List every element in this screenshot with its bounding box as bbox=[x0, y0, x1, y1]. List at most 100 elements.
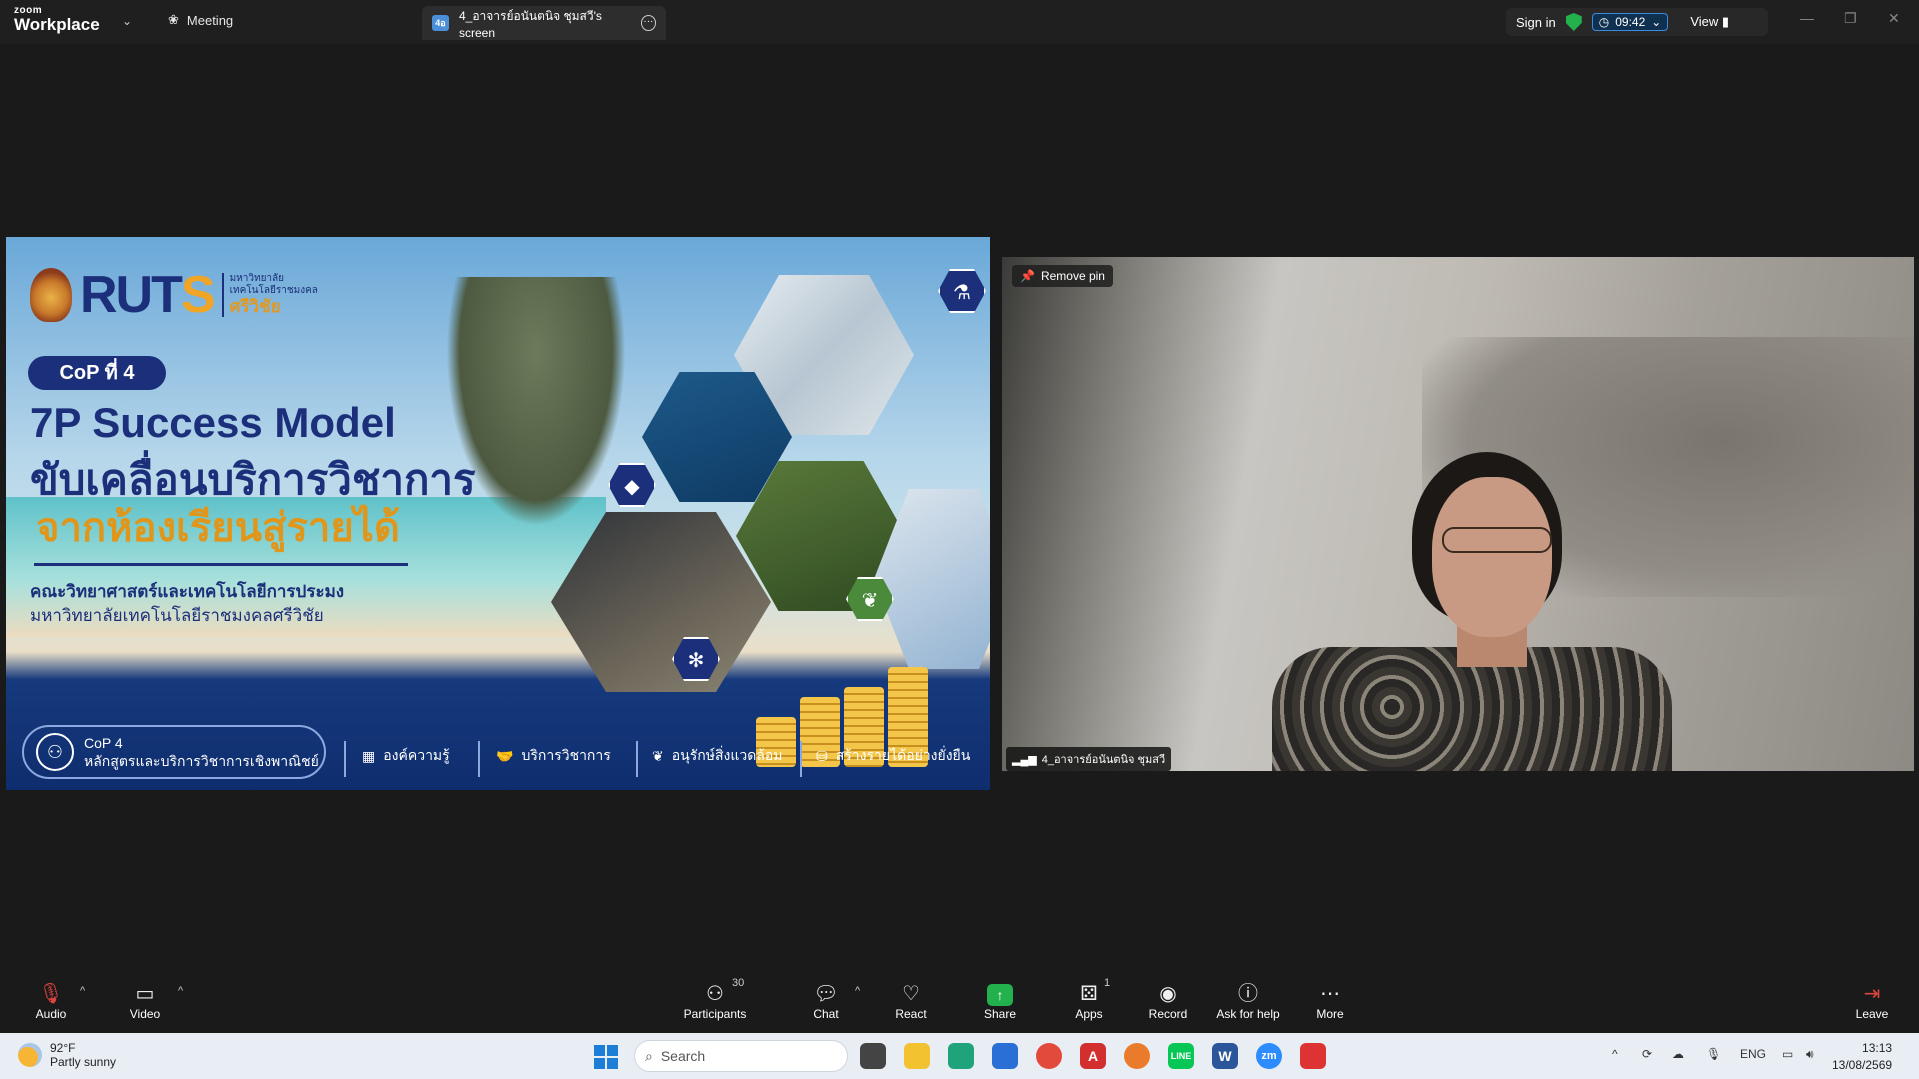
cop4-title: CoP 4 bbox=[84, 734, 123, 751]
timer-value: 09:42 bbox=[1615, 15, 1646, 29]
divider bbox=[34, 563, 408, 566]
chat-options-caret[interactable]: ^ bbox=[855, 985, 860, 997]
search-icon: ⌕ bbox=[645, 1047, 653, 1064]
line-icon[interactable]: LINE bbox=[1168, 1043, 1194, 1069]
sync-icon[interactable]: ⟳ bbox=[1642, 1047, 1652, 1061]
temperature: 92°F bbox=[50, 1041, 76, 1055]
separator bbox=[478, 741, 480, 777]
slide-footer: ⚇ CoP 4 หลักสูตรและบริการวิชาการเชิงพาณิ… bbox=[6, 705, 990, 790]
video-options-caret[interactable]: ^ bbox=[178, 985, 183, 997]
chevron-up-icon[interactable]: ^ bbox=[1612, 1047, 1618, 1061]
logo-bottom-text: Workplace bbox=[14, 15, 100, 34]
taskbar-search[interactable]: ⌕ Search bbox=[634, 1040, 848, 1072]
meeting-timer[interactable]: ◷ 09:42 ⌄ bbox=[1591, 13, 1669, 31]
cop4-badge: ⚇ CoP 4 หลักสูตรและบริการวิชาการเชิงพาณิ… bbox=[22, 725, 326, 779]
footer-item-knowledge: ▦ องค์ความรู้ bbox=[362, 747, 450, 764]
task-view-icon[interactable] bbox=[860, 1043, 886, 1069]
title-bar: zoom Workplace ⌄ ❀ Meeting 4อ 4_อาจารย์อ… bbox=[0, 0, 1919, 44]
share-arrow-icon: ↑ bbox=[987, 984, 1013, 1006]
cop-pill: CoP ที่ 4 bbox=[28, 356, 166, 390]
acrobat-icon[interactable]: A bbox=[1080, 1043, 1106, 1069]
record-label: Record bbox=[1148, 1007, 1188, 1021]
heart-icon: ♡ bbox=[902, 983, 920, 1005]
handshake-icon: 🤝 bbox=[496, 747, 514, 764]
cop4-subtitle: หลักสูตรและบริการวิชาการเชิงพาณิชย์ bbox=[84, 753, 319, 769]
view-button[interactable]: View ▮ bbox=[1690, 14, 1729, 30]
participants-button[interactable]: ⚇ Participants bbox=[670, 981, 760, 1021]
chevron-down-icon[interactable]: ⌄ bbox=[122, 14, 132, 28]
participants-icon: ⚇ bbox=[706, 983, 724, 1005]
chrome-profile-icon[interactable] bbox=[1124, 1043, 1150, 1069]
leave-label: Leave bbox=[1855, 1007, 1889, 1021]
weather-status: Partly sunny bbox=[50, 1055, 117, 1069]
paw-icon: ❀ bbox=[168, 12, 179, 27]
ask-for-help-button[interactable]: ⓘ Ask for help bbox=[1203, 981, 1293, 1021]
network-icon[interactable]: ▭ bbox=[1782, 1047, 1793, 1061]
more-button[interactable]: ⋯ More bbox=[1285, 981, 1375, 1021]
shield-icon[interactable] bbox=[1565, 13, 1582, 31]
sign-in-link[interactable]: Sign in bbox=[1516, 15, 1556, 30]
snipping-tool-icon[interactable] bbox=[1300, 1043, 1326, 1069]
search-placeholder: Search bbox=[660, 1048, 706, 1064]
meeting-toolbar: 🎙︎ Audio ^ ▭ Video ^ ⚇ Participants 30 💬… bbox=[0, 973, 1919, 1033]
signal-icon: ▂▄▆ bbox=[1012, 753, 1037, 766]
pin-icon: 📌 bbox=[1020, 269, 1035, 283]
weather-widget[interactable]: 92°F Partly sunny bbox=[18, 1041, 116, 1069]
leave-icon: ⇥ bbox=[1863, 983, 1881, 1005]
record-button[interactable]: ◉ Record bbox=[1123, 981, 1213, 1021]
participant-name-tag: ▂▄▆ 4_อาจารย์อนันตนิจ ชุมสวี bbox=[1006, 747, 1172, 771]
remove-pin-button[interactable]: 📌 Remove pin bbox=[1012, 265, 1113, 287]
audio-options-caret[interactable]: ^ bbox=[80, 985, 85, 997]
speaker-face bbox=[1432, 477, 1552, 637]
participant-badge: 4อ bbox=[432, 15, 449, 31]
apps-button[interactable]: ⚄ Apps bbox=[1044, 981, 1134, 1021]
more-options-icon[interactable]: ··· bbox=[640, 15, 656, 31]
zoom-workplace-logo[interactable]: zoom Workplace bbox=[14, 6, 100, 34]
tab-shared-screen[interactable]: 4อ 4_อาจารย์อนันตนิจ ชุมสวี's screen ··· bbox=[422, 6, 666, 40]
speaker-video[interactable]: 📌 Remove pin ▂▄▆ 4_อาจารย์อนันตนิจ ชุมสว… bbox=[1002, 257, 1914, 771]
share-button[interactable]: ↑ Share bbox=[955, 981, 1045, 1021]
footer-item-income: ⛁ สร้างรายได้อย่างยั่งยืน bbox=[816, 747, 971, 764]
header-controls: Sign in ◷ 09:42 ⌄ View ▮ bbox=[1506, 8, 1768, 36]
share-label: Share bbox=[983, 1007, 1017, 1021]
separator bbox=[636, 741, 638, 777]
language-indicator[interactable]: ENG bbox=[1740, 1047, 1766, 1061]
apps-label: Apps bbox=[1075, 1007, 1103, 1021]
tab-shared-screen-label: 4_อาจารย์อนันตนิจ ชุมสวี's screen bbox=[458, 8, 602, 40]
footer-item-environment: ❦ อนุรักษ์สิ่งแวดล้อม bbox=[652, 747, 783, 764]
chevron-down-icon: ⌄ bbox=[1651, 15, 1662, 29]
participant-name: 4_อาจารย์อนันตนิจ ชุมสวี bbox=[1041, 754, 1166, 766]
chrome-icon[interactable] bbox=[1036, 1043, 1062, 1069]
ruts-logo: RUTS มหาวิทยาลัย เทคโนโลยีราชมงคล ศรีวิช… bbox=[30, 265, 318, 325]
more-icon: ⋯ bbox=[1320, 983, 1340, 1005]
video-button[interactable]: ▭ Video bbox=[100, 981, 190, 1021]
book-icon: ▦ bbox=[362, 747, 376, 764]
tab-meeting[interactable]: ❀ Meeting bbox=[168, 12, 233, 28]
brand-subtitle: มหาวิทยาลัย เทคโนโลยีราชมงคล ศรีวิชัย bbox=[221, 272, 318, 318]
clock-time: 13:13 bbox=[1862, 1041, 1893, 1055]
minimize-icon[interactable]: — bbox=[1800, 10, 1814, 26]
cloud-icon[interactable]: ☁ bbox=[1672, 1047, 1684, 1061]
store-icon[interactable] bbox=[992, 1043, 1018, 1069]
file-explorer-icon[interactable] bbox=[904, 1043, 930, 1069]
close-icon[interactable]: ✕ bbox=[1888, 10, 1900, 27]
edge-icon[interactable] bbox=[948, 1043, 974, 1069]
speaker-icon[interactable]: 🔊︎ bbox=[1806, 1047, 1814, 1062]
question-icon: ⓘ bbox=[1238, 983, 1258, 1005]
restore-icon[interactable]: ❐ bbox=[1844, 10, 1857, 27]
system-clock[interactable]: 13:13 13/08/2569 bbox=[1832, 1040, 1892, 1074]
clock-date: 13/08/2569 bbox=[1832, 1057, 1893, 1072]
leave-button[interactable]: ⇥ Leave bbox=[1827, 981, 1917, 1021]
microphone-icon[interactable]: 🎙︎ bbox=[1706, 1047, 1721, 1061]
footer-item-service: 🤝 บริการวิชาการ bbox=[496, 747, 611, 764]
react-label: React bbox=[895, 1007, 927, 1021]
react-button[interactable]: ♡ React bbox=[866, 981, 956, 1021]
windows-start-icon[interactable] bbox=[594, 1045, 618, 1069]
zoom-icon[interactable]: zm bbox=[1256, 1043, 1282, 1069]
faculty-name: คณะวิทยาศาสตร์และเทคโนโลยีการประมง bbox=[30, 582, 345, 601]
sprout-icon: ❦ bbox=[652, 747, 664, 764]
flask-icon: ⚗ bbox=[938, 269, 986, 313]
university-seal-icon bbox=[30, 268, 72, 322]
word-icon[interactable]: W bbox=[1212, 1043, 1238, 1069]
chat-label: Chat bbox=[813, 1007, 839, 1021]
